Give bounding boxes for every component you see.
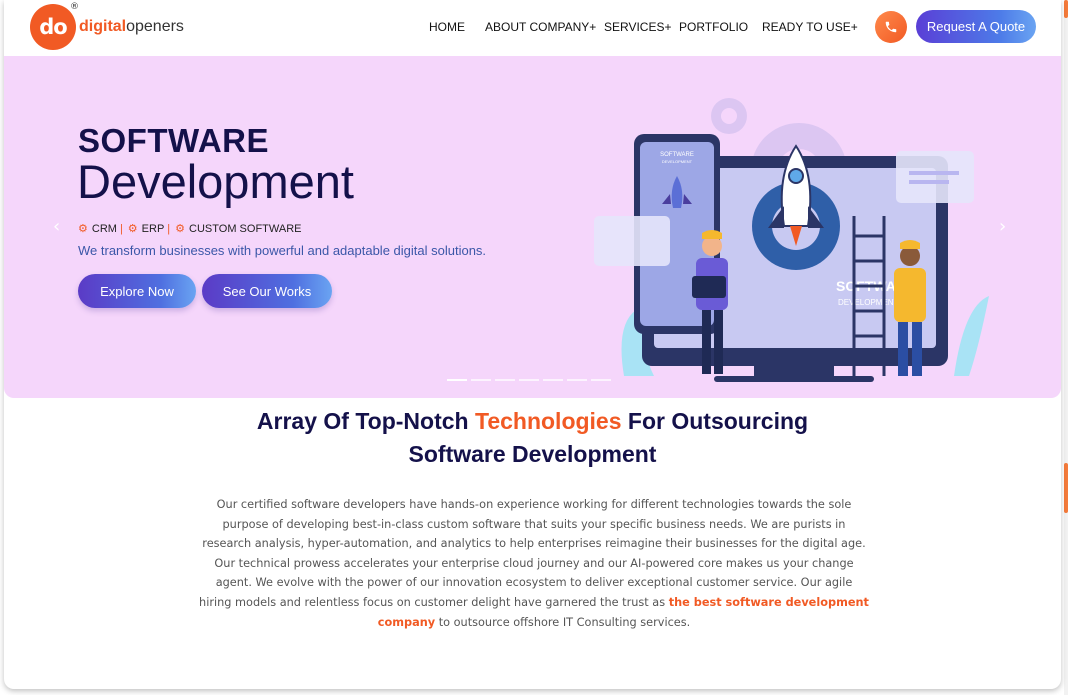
logo-text-accent: digital [79, 18, 127, 35]
tag-custom-software: CUSTOM SOFTWARE [189, 222, 302, 235]
nav-item-home[interactable]: HOME [429, 20, 465, 34]
phone-screen-title: SOFTWARE [660, 152, 694, 158]
tag-separator: | [119, 222, 123, 235]
screen-subtitle: DEVELOPMENT [838, 298, 899, 307]
see-our-works-button[interactable]: See Our Works [202, 274, 332, 308]
section-title-highlight: Technologies [474, 408, 622, 434]
section-title-line2: Software Development [408, 441, 657, 467]
logo-text-rest: openers [126, 18, 184, 35]
gears-icon: ⚙ [78, 223, 88, 235]
section-title-line1: Array Of Top-Notch Technologies For Outs… [4, 408, 1061, 435]
slider-prev-arrow-icon[interactable]: ‹ [53, 216, 60, 237]
nav-item-about-company[interactable]: ABOUT COMPANY+ [485, 20, 596, 34]
request-quote-button[interactable]: Request A Quote [916, 10, 1036, 43]
nav-item-ready-to-use[interactable]: READY TO USE+ [762, 20, 858, 34]
hero-title-line2: Development [77, 155, 354, 208]
slider-dot[interactable] [543, 379, 563, 381]
gears-icon: ⚙ [175, 223, 186, 235]
section-title-pre: Array Of Top-Notch [256, 408, 475, 434]
page-frame: do ® digitalopeners HOME ABOUT COMPANY+ … [4, 0, 1061, 689]
slider-dot[interactable] [519, 379, 539, 381]
nav-item-portfolio[interactable]: PORTFOLIO [679, 20, 748, 34]
phone-button[interactable] [875, 11, 907, 43]
nav-item-services[interactable]: SERVICES+ [604, 20, 671, 34]
tag-separator: | [167, 222, 171, 235]
logo[interactable]: do ® digitalopeners [30, 2, 184, 50]
section-body-text: Our certified software developers have h… [199, 498, 866, 609]
logo-wordmark: digitalopeners [79, 18, 184, 36]
section-title-post: For Outsourcing [621, 408, 809, 434]
scrollbar-track[interactable] [1064, 0, 1068, 695]
slider-dot[interactable] [471, 379, 491, 381]
hero-slider: SOFTWARE Development ⚙ CRM | ⚙ ERP | ⚙ C… [4, 56, 1061, 398]
phone-icon [885, 21, 897, 33]
software-development-illustration: SOFTWARE DEVELOPMENT SOFTWARE DEVELOPMEN… [594, 98, 989, 382]
registered-mark: ® [70, 2, 79, 12]
slider-dot[interactable] [495, 379, 515, 381]
section-body: Our certified software developers have h… [198, 495, 870, 632]
scrollbar-thumb[interactable] [1064, 463, 1068, 513]
tag-erp: ERP [141, 222, 165, 235]
slider-dot[interactable] [447, 379, 467, 381]
scrollbar-thumb-top[interactable] [1064, 0, 1068, 18]
site-header: do ® digitalopeners HOME ABOUT COMPANY+ … [4, 0, 1061, 56]
section-body-text-end: to outsource offshore IT Consulting serv… [435, 615, 691, 629]
hero-tags: ⚙ CRM | ⚙ ERP | ⚙ CUSTOM SOFTWARE [78, 222, 302, 236]
gears-icon: ⚙ [127, 223, 138, 235]
phone-screen-subtitle: DEVELOPMENT [662, 159, 693, 164]
hero-description: We transform businesses with powerful an… [78, 243, 487, 258]
explore-now-button[interactable]: Explore Now [78, 274, 196, 308]
tag-crm: CRM [91, 222, 117, 235]
